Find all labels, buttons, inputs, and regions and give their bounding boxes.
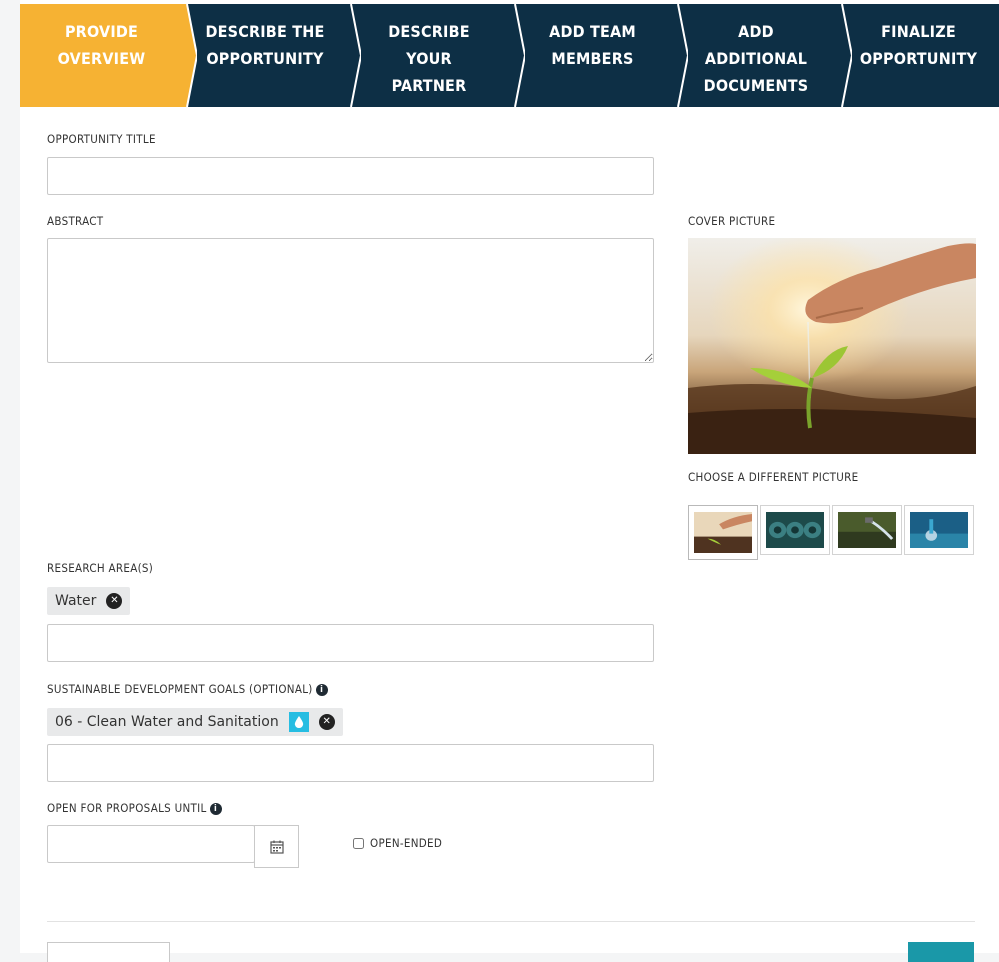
remove-tag-icon[interactable]: ✕ <box>106 593 123 609</box>
choose-picture-label: CHOOSE A DIFFERENT PICTURE <box>688 470 859 484</box>
sdg-tag: 06 - Clean Water and Sanitation ✕ <box>47 708 343 736</box>
step-add-additional-documents[interactable]: ADD ADDITIONAL DOCUMENTS <box>674 4 852 107</box>
footer-divider <box>47 921 975 922</box>
cover-thumbnail-1[interactable] <box>688 505 758 560</box>
step-label-line2: OVERVIEW <box>57 49 146 68</box>
thumbnail-image <box>694 512 752 553</box>
step-label-line2: OPPORTUNITY <box>206 49 324 68</box>
step-label-line1: DESCRIBE <box>388 22 470 41</box>
sdg-badge-graphic <box>294 716 303 728</box>
sdg-label-text: SUSTAINABLE DEVELOPMENT GOALS (OPTIONAL) <box>47 682 313 696</box>
research-areas-label: RESEARCH AREA(S) <box>47 561 154 575</box>
step-label-line2: MEMBERS <box>551 49 634 68</box>
cover-thumbnail-4[interactable] <box>904 505 974 555</box>
cover-picture <box>688 238 976 454</box>
step-arrow <box>674 4 688 107</box>
step-describe-partner[interactable]: DESCRIBE YOUR PARTNER <box>347 4 525 107</box>
thumbnail-image <box>910 512 968 548</box>
cover-thumbnail-2[interactable] <box>760 505 830 555</box>
opportunity-title-input[interactable] <box>47 157 654 195</box>
deadline-label-text: OPEN FOR PROPOSALS UNTIL <box>47 801 207 815</box>
title-label: OPPORTUNITY TITLE <box>47 132 156 146</box>
step-arrow <box>183 4 197 107</box>
calendar-button[interactable] <box>254 825 299 868</box>
calendar-icon <box>269 840 284 854</box>
step-label-line2: YOUR <box>406 49 452 68</box>
step-provide-overview[interactable]: PROVIDE OVERVIEW <box>20 4 197 107</box>
info-icon[interactable]: i <box>315 683 328 696</box>
remove-tag-icon[interactable]: ✕ <box>318 714 335 730</box>
sdg-label: SUSTAINABLE DEVELOPMENT GOALS (OPTIONAL)… <box>47 682 328 696</box>
open-ended-checkbox[interactable] <box>353 837 364 849</box>
step-label-line2: OPPORTUNITY <box>859 49 978 68</box>
step-label-line3: PARTNER <box>391 76 467 95</box>
deadline-label: OPEN FOR PROPOSALS UNTIL i <box>47 801 222 815</box>
step-label-line1: PROVIDE <box>64 22 139 41</box>
cover-picture-label: COVER PICTURE <box>688 214 776 228</box>
research-area-tag: Water ✕ <box>47 587 131 615</box>
abstract-textarea[interactable] <box>47 238 654 363</box>
back-button[interactable] <box>47 942 170 962</box>
next-button[interactable] <box>908 942 974 962</box>
step-label-line3: DOCUMENTS <box>703 76 809 95</box>
thumbnail-image <box>766 512 824 548</box>
water-drop-icon <box>288 712 309 732</box>
cover-picture-image <box>688 238 976 454</box>
sdg-input[interactable] <box>47 744 654 782</box>
cover-thumbnail-3[interactable] <box>832 505 902 555</box>
step-arrow <box>838 4 852 107</box>
step-label-line2: ADDITIONAL <box>704 49 808 68</box>
open-ended-label: OPEN-ENDED <box>370 836 443 850</box>
research-area-tag-label: Water <box>55 593 97 609</box>
thumbnail-image <box>838 512 896 548</box>
step-label-line1: ADD <box>738 22 774 41</box>
deadline-date-input[interactable] <box>47 825 255 863</box>
abstract-label: ABSTRACT <box>47 214 104 228</box>
step-label-line1: FINALIZE <box>881 22 956 41</box>
open-ended-option[interactable]: OPEN-ENDED <box>353 836 442 850</box>
page: PROVIDE OVERVIEW DESCRIBE THE OPPORTUNIT… <box>20 0 999 962</box>
step-describe-opportunity[interactable]: DESCRIBE THE OPPORTUNITY <box>183 4 361 107</box>
wizard-steps: PROVIDE OVERVIEW DESCRIBE THE OPPORTUNIT… <box>20 4 999 107</box>
step-arrow <box>347 4 361 107</box>
sdg-tag-label: 06 - Clean Water and Sanitation <box>55 714 279 730</box>
research-area-input[interactable] <box>47 624 654 662</box>
step-finalize-opportunity[interactable]: FINALIZE OPPORTUNITY <box>838 4 999 107</box>
step-label-line1: ADD TEAM <box>549 22 636 41</box>
step-label-line1: DESCRIBE THE <box>205 22 325 41</box>
step-add-team-members[interactable]: ADD TEAM MEMBERS <box>511 4 688 107</box>
info-icon[interactable]: i <box>209 802 222 815</box>
step-arrow <box>511 4 525 107</box>
